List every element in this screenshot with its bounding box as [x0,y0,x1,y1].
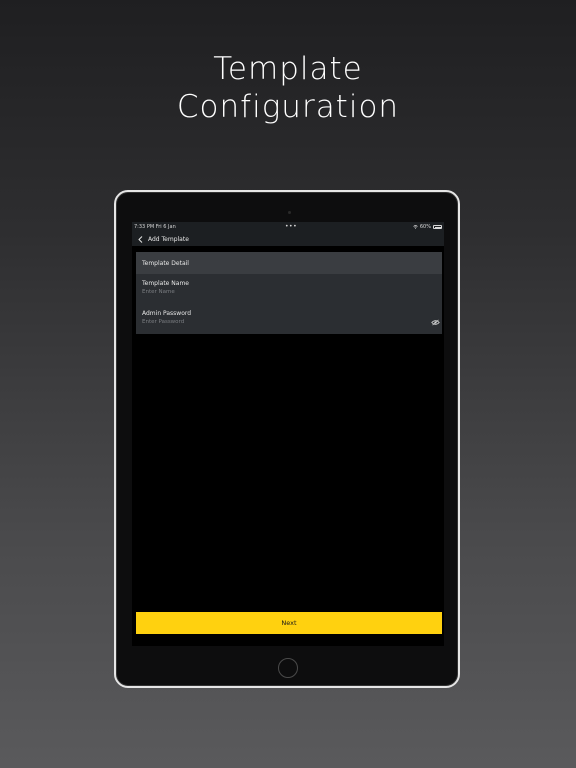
multitasking-dots: ••• [285,223,298,230]
tablet-frame: 7:33 PM Fri 6 Jan ••• 60% Add Template T… [114,190,460,688]
camera-dot [288,211,291,214]
nav-bar: Add Template [132,232,444,246]
status-right: 60% [413,224,442,230]
battery-icon [433,225,442,229]
admin-password-field: Admin Password [136,304,442,334]
next-button[interactable]: Next [136,612,442,634]
headline-line-2: Configuration [176,89,400,125]
template-detail-card: Template Detail Template Name Admin Pass… [136,252,442,334]
wifi-icon [413,225,418,229]
app-screen: 7:33 PM Fri 6 Jan ••• 60% Add Template T… [132,222,444,646]
battery-percent: 60% [419,224,431,230]
template-name-input[interactable] [142,289,422,295]
admin-password-label: Admin Password [142,310,192,317]
home-button [278,658,298,678]
status-time: 7:33 PM Fri 6 Jan [134,224,176,230]
section-title: Template Detail [136,252,442,274]
nav-title: Add Template [148,235,189,243]
template-name-label: Template Name [142,280,189,287]
eye-off-icon[interactable] [431,319,440,326]
headline-line-1: Template [213,51,363,87]
admin-password-input[interactable] [142,319,422,325]
status-bar: 7:33 PM Fri 6 Jan ••• 60% [132,222,444,232]
chevron-left-icon[interactable] [136,235,144,243]
marketing-headline: Template Configuration [0,50,576,126]
template-name-field: Template Name [136,274,442,304]
